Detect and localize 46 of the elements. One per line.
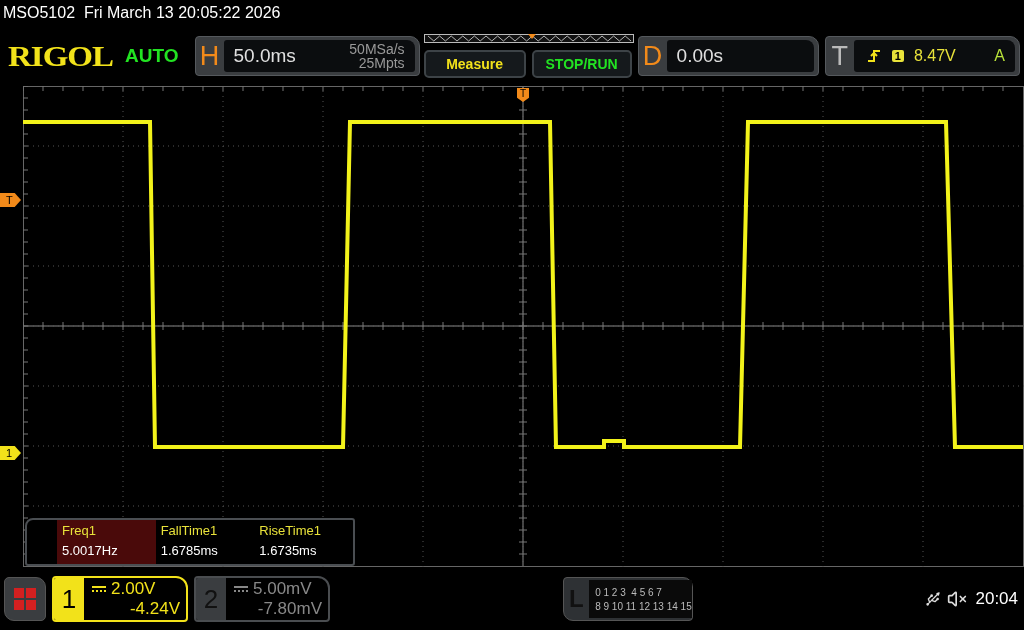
stop-run-button[interactable]: STOP/RUN [531,50,632,78]
trigger-source: 1 [891,50,904,62]
memory-depth: 25Mpts [358,56,405,70]
delay-panel[interactable]: D 0.00s [637,36,819,76]
measurement-item[interactable]: FallTime1 1.6785ms [155,520,255,564]
trigger-position-marker[interactable]: T [517,88,529,102]
timebase-value: 50.0ms [233,45,296,67]
rising-edge-icon [867,49,882,63]
measurement-value: 5.0017Hz [62,543,119,558]
trigger-panel[interactable]: T 1 8.47V A [824,36,1020,76]
channel-offset: -7.80mV [257,599,322,619]
sample-rate: 50MSa/s [349,42,405,56]
usb-icon [925,591,942,607]
measurement-item[interactable]: RiseTime1 1.6735ms [254,520,353,564]
logo: RIGOL [8,39,114,73]
trigger-label: T [830,40,850,72]
channel-scale: 2.00V [111,579,156,599]
logic-channels: 8 9 10 11 12 13 14 15 [595,600,692,612]
channel-offset: -4.24V [129,599,180,619]
horizontal-label: H [198,40,221,72]
measurement-name: RiseTime1 [259,523,322,538]
menu-button[interactable] [4,577,46,621]
measurement-value: 1.6735ms [259,543,318,558]
measurement-value: 1.6785ms [160,543,219,558]
trigger-level-marker[interactable]: T [0,193,21,207]
channel-scale: 5.00mV [253,579,312,599]
clock: 20:04 [975,589,1018,609]
measurement-item[interactable]: Freq1 5.0017Hz [57,520,156,564]
grid-icon [13,587,37,611]
channel-number: 1 [54,578,84,620]
delay-label: D [641,40,664,72]
channel-marker[interactable]: 1 [0,446,21,460]
measurement-name: Freq1 [62,523,97,538]
channel-panel[interactable]: 1 2.00V -4.24V [52,576,188,622]
status-line: MSO5102 Fri March 13 20:05:22 2026 [2,3,282,23]
measure-button[interactable]: Measure [423,50,526,78]
trigger-status: AUTO [125,45,179,67]
dc-coupling-icon [92,585,106,593]
horizontal-panel[interactable]: H 50.0ms 50MSa/s 25Mpts [194,36,420,76]
mute-icon[interactable] [947,589,968,609]
measurement-name: FallTime1 [160,523,219,538]
trigger-level: 8.47V [913,47,956,65]
delay-value: 0.00s [676,45,724,67]
trigger-mode: A [994,47,1005,65]
logic-channels: 0 1 2 3 4 5 6 7 [595,586,663,598]
dc-coupling-icon [234,585,248,593]
